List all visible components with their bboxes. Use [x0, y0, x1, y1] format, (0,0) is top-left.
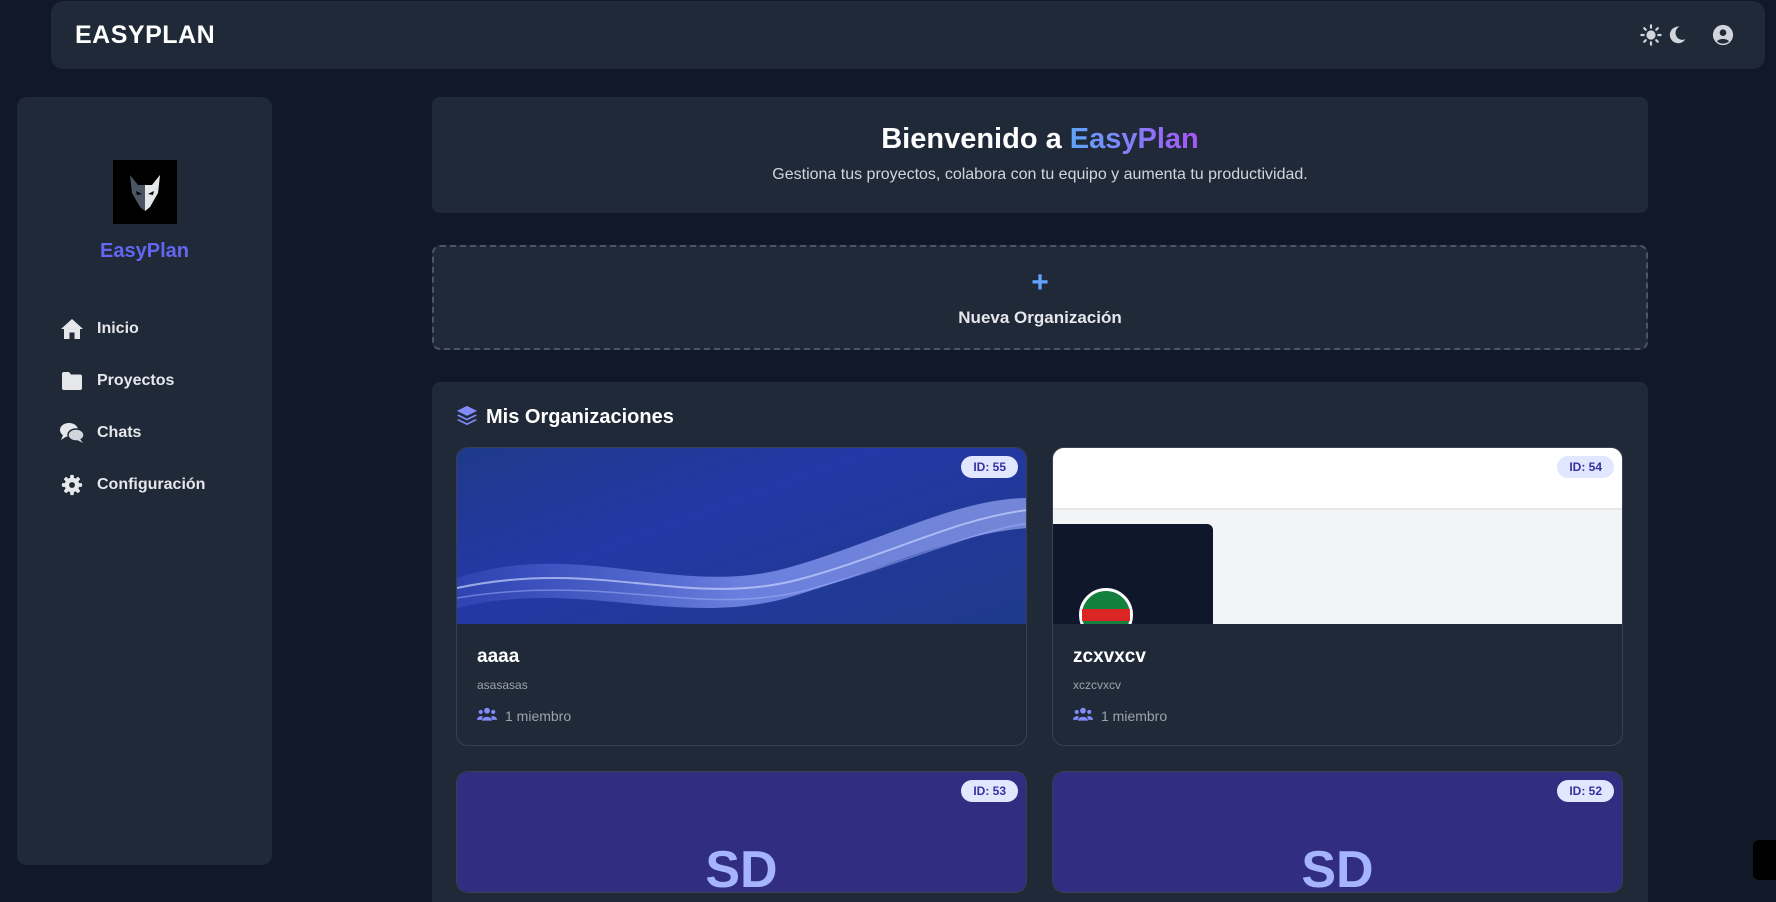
organization-id-badge: ID: 53	[961, 780, 1018, 802]
sidebar-brand: EasyPlan	[100, 240, 189, 262]
sidebar-item-chats[interactable]: Chats	[59, 407, 272, 459]
new-organization-label: Nueva Organización	[958, 307, 1122, 327]
welcome-title-accent: EasyPlan	[1069, 123, 1199, 155]
users-icon	[1073, 706, 1093, 725]
top-actions	[1639, 23, 1741, 47]
cover-shot-panel	[1053, 524, 1213, 624]
organization-card[interactable]: SD ID: 52	[1052, 771, 1623, 893]
organization-id-badge: ID: 52	[1557, 780, 1614, 802]
organization-card-body: aaaa asasasas 1 miembro	[457, 624, 1026, 745]
organization-name: zcxvxcv	[1073, 646, 1146, 667]
organizations-section: Mis Organizaciones ID: 55 aaaa asasasas …	[432, 382, 1648, 902]
new-organization-button[interactable]: + Nueva Organización	[432, 245, 1648, 350]
sidebar-item-label: Chats	[97, 424, 142, 441]
organization-members-count: 1 miembro	[505, 707, 572, 724]
organization-cover-image: ID: 54	[1053, 448, 1622, 624]
organization-id-badge: ID: 55	[961, 456, 1018, 478]
organization-members: 1 miembro	[477, 706, 1006, 725]
pizza-logo	[1079, 588, 1133, 624]
organization-id-badge: ID: 54	[1557, 456, 1614, 478]
main-content: Bienvenido a EasyPlan Gestiona tus proye…	[432, 97, 1648, 902]
sun-icon	[1639, 23, 1663, 47]
organization-card[interactable]: ID: 55 aaaa asasasas 1 miembro	[456, 447, 1027, 746]
plus-icon: +	[1031, 265, 1049, 299]
comments-icon	[59, 420, 85, 446]
pizza-logo-band	[1082, 609, 1130, 621]
organization-card[interactable]: SD ID: 53	[456, 771, 1027, 893]
top-navbar: EASYPLAN	[51, 1, 1765, 69]
floating-widget[interactable]	[1753, 840, 1776, 880]
sidebar: EasyPlan Inicio Proyectos Chats Configur…	[17, 97, 272, 865]
organization-card[interactable]: ID: 54 zcxvxcv xczcvxcv 1 miembro	[1052, 447, 1623, 746]
organization-members-count: 1 miembro	[1101, 707, 1168, 724]
users-icon	[477, 706, 497, 725]
theme-toggle[interactable]	[1639, 23, 1689, 47]
organization-cover-initials: SD	[457, 772, 1026, 892]
cover-shot-header	[1053, 448, 1622, 510]
welcome-title-prefix: Bienvenido a	[881, 123, 1070, 155]
wolf-logo	[112, 160, 177, 224]
organizations-grid: ID: 55 aaaa asasasas 1 miembro ID: 54 zc…	[456, 447, 1624, 893]
sidebar-item-label: Configuración	[97, 476, 206, 493]
organization-members: 1 miembro	[1073, 706, 1602, 725]
layers-icon	[456, 404, 478, 431]
organization-name: aaaa	[477, 646, 520, 667]
sidebar-nav: Inicio Proyectos Chats Configuración	[17, 303, 272, 511]
organization-cover-initials: SD	[1053, 772, 1622, 892]
welcome-panel: Bienvenido a EasyPlan Gestiona tus proye…	[432, 97, 1648, 213]
folder-icon	[59, 368, 85, 394]
organizations-header: Mis Organizaciones	[456, 404, 1624, 431]
moon-icon	[1665, 23, 1689, 47]
home-icon	[59, 316, 85, 342]
welcome-title: Bienvenido a EasyPlan	[432, 123, 1648, 156]
sidebar-item-configuracion[interactable]: Configuración	[59, 459, 272, 511]
app-brand[interactable]: EASYPLAN	[75, 21, 215, 50]
gear-icon	[59, 472, 85, 498]
organization-initials: SD	[1301, 841, 1374, 893]
sidebar-item-label: Proyectos	[97, 372, 175, 389]
organization-description: asasasas	[477, 678, 528, 692]
organization-description: xczcvxcv	[1073, 678, 1121, 692]
organization-cover-image: ID: 55	[457, 448, 1026, 624]
welcome-subtitle: Gestiona tus proyectos, colabora con tu …	[772, 166, 1308, 183]
sidebar-item-inicio[interactable]: Inicio	[59, 303, 272, 355]
organization-card-body: zcxvxcv xczcvxcv 1 miembro	[1053, 624, 1622, 745]
organization-initials: SD	[705, 841, 778, 893]
sidebar-item-proyectos[interactable]: Proyectos	[59, 355, 272, 407]
sidebar-item-label: Inicio	[97, 320, 139, 337]
organizations-title: Mis Organizaciones	[486, 406, 674, 428]
user-circle-icon[interactable]	[1711, 23, 1735, 47]
